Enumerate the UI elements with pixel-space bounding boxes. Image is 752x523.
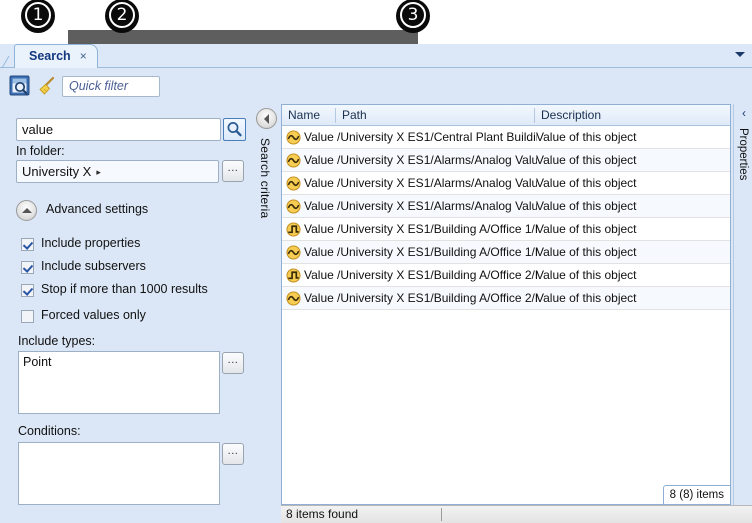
column-header-path[interactable]: Path: [336, 105, 534, 125]
callout-marker-3: 3: [397, 0, 429, 32]
application-window: 1 2 3 Search × Quick filter value In fol…: [0, 0, 752, 523]
checkbox-include-properties-label: Include properties: [41, 236, 141, 250]
checkbox-stop-results-label: Stop if more than 1000 results: [41, 282, 208, 296]
cell-path: /University X ES1/Building A/Office 2/F.…: [337, 291, 537, 305]
callout-marker-2-label: 2: [109, 2, 135, 28]
cell-description: Value of this object: [536, 268, 637, 282]
conditions-listbox[interactable]: [18, 442, 220, 505]
callout-marker-1-label: 1: [25, 2, 51, 28]
cell-name: Value: [304, 199, 334, 213]
broom-icon[interactable]: [36, 74, 60, 98]
cell-path: /University X ES1/Building A/Office 1/F.…: [337, 222, 537, 236]
table-row[interactable]: Value /University X ES1/Building A/Offic…: [282, 264, 730, 287]
search-criteria-strip-label[interactable]: Search criteria: [258, 138, 272, 218]
cell-path: /University X ES1/Alarms/Analog Value: [337, 153, 537, 167]
table-row[interactable]: Value /University X ES1/Central Plant Bu…: [282, 126, 730, 149]
callout-marker-1: 1: [22, 0, 54, 32]
cell-description: Value of this object: [536, 291, 637, 305]
include-types-listbox[interactable]: Point: [18, 351, 220, 414]
chevron-down-icon[interactable]: [735, 52, 745, 57]
chevron-up-icon[interactable]: [16, 200, 37, 221]
include-types-label: Include types:: [18, 334, 96, 348]
checkbox-stop-results-box[interactable]: [21, 284, 34, 297]
cell-path: /University X ES1/Building A/Office 1/F.…: [337, 245, 537, 259]
cell-name: Value: [304, 222, 334, 236]
in-folder-browse-button[interactable]: ...: [222, 160, 244, 182]
checkbox-include-subservers-label: Include subservers: [41, 259, 146, 273]
analog-value-icon: [286, 153, 301, 168]
cell-path: /University X ES1/Alarms/Analog Valu...: [337, 199, 537, 213]
search-toolbar: Quick filter: [0, 68, 250, 104]
cell-path: /University X ES1/Central Plant Buildin.…: [337, 130, 537, 144]
cell-description: Value of this object: [536, 130, 637, 144]
include-types-browse-button[interactable]: ...: [222, 352, 244, 374]
search-query-input[interactable]: value: [16, 118, 221, 141]
properties-strip-label[interactable]: Properties: [737, 128, 749, 180]
tab-search[interactable]: Search ×: [14, 44, 98, 68]
cell-path: /University X ES1/Alarms/Analog Valu...: [337, 176, 537, 190]
cell-description: Value of this object: [536, 153, 637, 167]
results-grid: Name Path Description Value /University …: [281, 104, 731, 505]
content-area: Quick filter value In folder: University…: [0, 68, 752, 523]
conditions-label: Conditions:: [18, 424, 81, 438]
tab-close-icon[interactable]: ×: [80, 49, 87, 63]
in-folder-field[interactable]: University X ▸: [16, 160, 219, 183]
items-count-badge: 8 (8) items: [662, 485, 731, 505]
cell-name: Value: [304, 176, 334, 190]
document-search-icon[interactable]: [8, 74, 32, 98]
cell-name: Value: [304, 245, 334, 259]
digital-value-icon: [286, 222, 301, 237]
table-row[interactable]: Value /University X ES1/Alarms/Analog Va…: [282, 149, 730, 172]
properties-collapse-strip: ‹ Properties: [733, 104, 752, 505]
column-header-name[interactable]: Name: [282, 105, 335, 125]
tab-strip: Search ×: [0, 44, 752, 68]
table-row[interactable]: Value /University X ES1/Building A/Offic…: [282, 241, 730, 264]
analog-value-icon: [286, 291, 301, 306]
chevron-left-icon[interactable]: ‹: [737, 107, 751, 121]
advanced-settings-label: Advanced settings: [46, 202, 149, 216]
in-folder-value: University X: [22, 164, 92, 179]
analog-value-icon: [286, 199, 301, 214]
in-folder-label: In folder:: [16, 144, 65, 158]
callout-marker-2: 2: [106, 0, 138, 32]
checkbox-forced-values-label: Forced values only: [41, 308, 146, 322]
results-grid-header: Name Path Description: [282, 105, 730, 126]
table-row[interactable]: Value /University X ES1/Building A/Offic…: [282, 218, 730, 241]
callout-marker-3-label: 3: [400, 2, 426, 28]
cell-description: Value of this object: [536, 199, 637, 213]
status-bar: 8 items found: [281, 505, 752, 523]
cell-name: Value: [304, 130, 334, 144]
status-secondary: [442, 506, 732, 523]
checkbox-include-subservers-box[interactable]: [21, 261, 34, 274]
cell-description: Value of this object: [536, 176, 637, 190]
search-submit-button[interactable]: [223, 118, 246, 141]
cell-description: Value of this object: [536, 222, 637, 236]
analog-value-icon: [286, 245, 301, 260]
magnifier-icon: [227, 122, 242, 137]
search-criteria-panel: value In folder: University X ▸ ... Advan…: [0, 104, 250, 523]
cell-path: /University X ES1/Building A/Office 2/F.…: [337, 268, 537, 282]
tab-search-label: Search: [29, 49, 71, 63]
cell-name: Value: [304, 268, 334, 282]
analog-value-icon: [286, 176, 301, 191]
checkbox-forced-values-box[interactable]: [21, 310, 34, 323]
quick-filter-input[interactable]: Quick filter: [62, 76, 160, 97]
chevron-left-icon[interactable]: [256, 108, 277, 129]
table-row[interactable]: Value /University X ES1/Building A/Offic…: [282, 287, 730, 310]
analog-value-icon: [286, 130, 301, 145]
search-criteria-collapse-strip: Search criteria: [252, 68, 281, 487]
cell-name: Value: [304, 291, 334, 305]
table-row[interactable]: Value /University X ES1/Alarms/Analog Va…: [282, 172, 730, 195]
conditions-browse-button[interactable]: ...: [222, 443, 244, 465]
status-items-found: 8 items found: [286, 507, 359, 521]
digital-value-icon: [286, 268, 301, 283]
folder-breadcrumb-arrow-icon[interactable]: ▸: [96, 162, 101, 182]
cell-description: Value of this object: [536, 245, 637, 259]
table-row[interactable]: Value /University X ES1/Alarms/Analog Va…: [282, 195, 730, 218]
checkbox-include-properties-box[interactable]: [21, 238, 34, 251]
cell-name: Value: [304, 153, 334, 167]
column-header-description[interactable]: Description: [535, 105, 725, 125]
